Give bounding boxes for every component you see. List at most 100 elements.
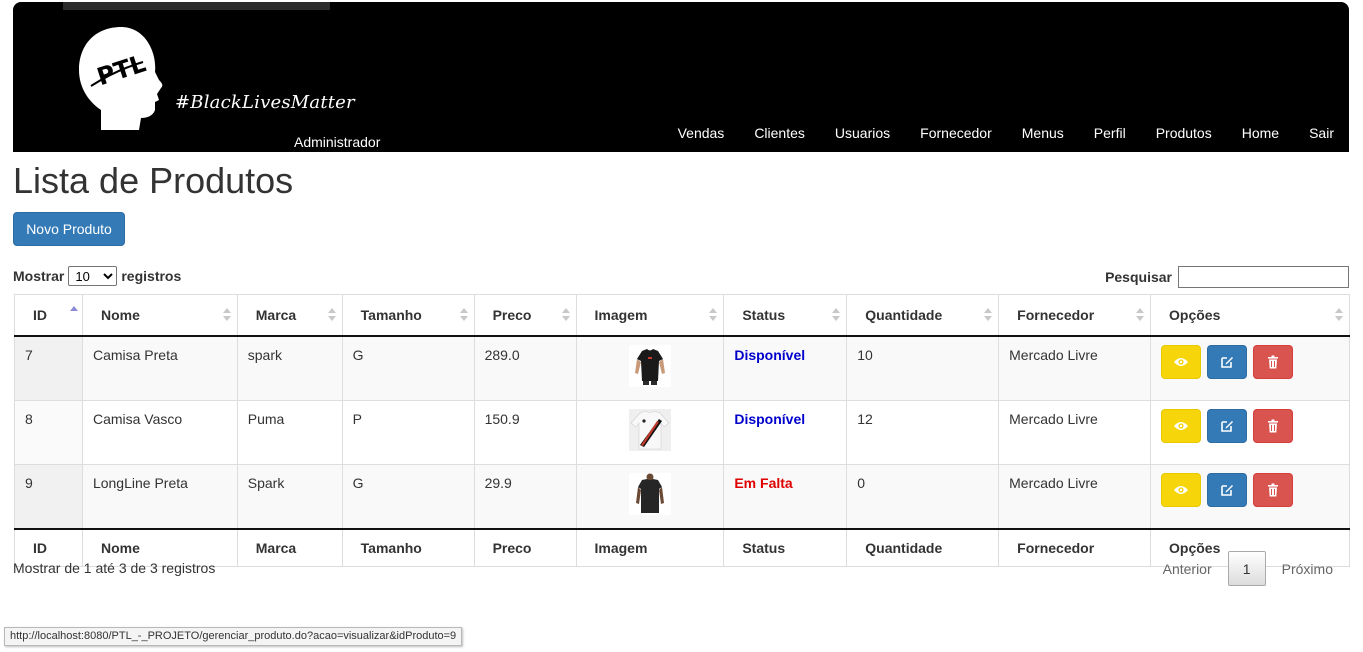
cell-tamanho: P [341, 399, 475, 465]
col-header-status[interactable]: Status [723, 294, 848, 337]
edit-button[interactable] [1207, 472, 1248, 507]
nav-perfil[interactable]: Perfil [1079, 124, 1141, 142]
previous-page-button[interactable]: Anterior [1147, 552, 1228, 586]
next-page-button[interactable]: Próximo [1266, 552, 1349, 586]
cell-marca: Spark [236, 463, 343, 529]
show-suffix-label: registros [121, 268, 182, 284]
cell-nome: Camisa Vasco [81, 399, 238, 465]
nav-clientes[interactable]: Clientes [739, 124, 820, 142]
cell-quantidade: 0 [846, 463, 1000, 529]
view-button[interactable] [1161, 344, 1202, 379]
vasco-shirt-image [628, 408, 671, 451]
delete-button[interactable] [1253, 344, 1294, 379]
col-header-nome[interactable]: Nome [81, 294, 238, 337]
col-header-label: Quantidade [865, 306, 943, 323]
user-role: Administrador [294, 134, 381, 150]
table-header-row: ID Nome Marca Tamanho Preco Imagem Statu… [14, 294, 1350, 337]
col-header-fornecedor[interactable]: Fornecedor [998, 294, 1152, 337]
cell-opcoes [1150, 463, 1350, 529]
footer-col-tamanho: Tamanho [341, 527, 475, 567]
cell-opcoes [1150, 399, 1350, 465]
pagination: Anterior 1 Próximo [1147, 551, 1349, 586]
nav-produtos[interactable]: Produtos [1141, 124, 1227, 142]
nav-usuarios[interactable]: Usuarios [820, 124, 905, 142]
sort-icon [984, 308, 993, 322]
page-title: Lista de Produtos [13, 160, 294, 201]
table-row: 8 Camisa Vasco Puma P 150.9 Disponível 1… [14, 399, 1350, 465]
col-header-id[interactable]: ID [14, 294, 83, 337]
nav-sair[interactable]: Sair [1294, 124, 1349, 142]
cell-quantidade: 10 [846, 335, 1000, 401]
main-nav: Vendas Clientes Usuarios Fornecedor Menu… [663, 124, 1349, 142]
cell-preco: 289.0 [473, 335, 577, 401]
ptl-logo: PTL [79, 27, 163, 130]
footer-col-status: Status [723, 527, 848, 567]
view-button[interactable] [1161, 472, 1202, 507]
trash-icon [1268, 355, 1279, 368]
col-header-label: Imagem [594, 306, 648, 323]
header-top-strip [63, 2, 330, 10]
sort-icon [327, 308, 336, 322]
new-product-button[interactable]: Novo Produto [13, 212, 125, 246]
delete-button[interactable] [1253, 408, 1294, 443]
footer-col-marca: Marca [236, 527, 343, 567]
col-header-label: Opções [1169, 306, 1221, 323]
row-actions [1161, 344, 1339, 379]
sort-icon [832, 308, 841, 322]
show-prefix-label: Mostrar [13, 268, 65, 284]
browser-status-url: http://localhost:8080/PTL_-_PROJETO/gere… [4, 627, 463, 646]
cell-fornecedor: Mercado Livre [998, 335, 1152, 401]
cell-id: 9 [14, 463, 83, 529]
edit-button[interactable] [1207, 344, 1248, 379]
cell-id: 7 [14, 335, 83, 401]
nav-fornecedor[interactable]: Fornecedor [905, 124, 1007, 142]
black-tshirt-image [628, 344, 671, 387]
sort-icon [709, 308, 718, 322]
trash-icon [1268, 419, 1279, 432]
cell-imagem [575, 463, 725, 529]
col-header-label: Nome [100, 306, 140, 323]
footer-col-preco: Preco [473, 527, 577, 567]
col-header-label: Preco [492, 306, 532, 323]
cell-imagem [575, 335, 725, 401]
col-header-label: Tamanho [360, 306, 422, 323]
cell-id: 8 [14, 399, 83, 465]
search-input[interactable] [1178, 266, 1349, 288]
table-row: 9 LongLine Preta Spark G 29.9 Em Falta 0… [14, 463, 1350, 529]
col-header-label: Fornecedor [1017, 306, 1095, 323]
products-table: ID Nome Marca Tamanho Preco Imagem Statu… [14, 294, 1350, 567]
status-missing-text: Em Falta [734, 474, 793, 491]
col-header-label: Marca [255, 306, 297, 323]
nav-menus[interactable]: Menus [1007, 124, 1079, 142]
nav-home[interactable]: Home [1227, 124, 1294, 142]
search-control: Pesquisar [1105, 266, 1349, 288]
row-actions [1161, 472, 1339, 507]
footer-col-fornecedor: Fornecedor [998, 527, 1152, 567]
col-header-marca[interactable]: Marca [236, 294, 343, 337]
cell-status: Disponível [723, 335, 848, 401]
col-header-opcoes[interactable]: Opções [1150, 294, 1350, 337]
tagline: #BlackLivesMatter [175, 92, 355, 113]
delete-button[interactable] [1253, 472, 1294, 507]
edit-button[interactable] [1207, 408, 1248, 443]
col-header-imagem[interactable]: Imagem [575, 294, 725, 337]
cell-tamanho: G [341, 335, 475, 401]
cell-nome: LongLine Preta [81, 463, 238, 529]
cell-marca: spark [236, 335, 343, 401]
eye-icon [1174, 357, 1189, 366]
eye-icon [1174, 485, 1189, 494]
page-length-control: Mostrar 10 25 50 100 registros [13, 266, 181, 286]
status-available-text: Disponível [734, 346, 806, 363]
col-header-preco[interactable]: Preco [473, 294, 577, 337]
col-header-quantidade[interactable]: Quantidade [846, 294, 1000, 337]
page-length-select[interactable]: 10 25 50 100 [68, 266, 118, 286]
cell-imagem [575, 399, 725, 465]
col-header-tamanho[interactable]: Tamanho [341, 294, 475, 337]
nav-vendas[interactable]: Vendas [663, 124, 740, 142]
view-button[interactable] [1161, 408, 1202, 443]
search-label: Pesquisar [1105, 269, 1172, 285]
table-row: 7 Camisa Preta spark G 289.0 Disponível … [14, 335, 1350, 401]
footer-col-imagem: Imagem [575, 527, 725, 567]
col-header-label: Status [742, 306, 786, 323]
page-1-button[interactable]: 1 [1227, 551, 1266, 586]
